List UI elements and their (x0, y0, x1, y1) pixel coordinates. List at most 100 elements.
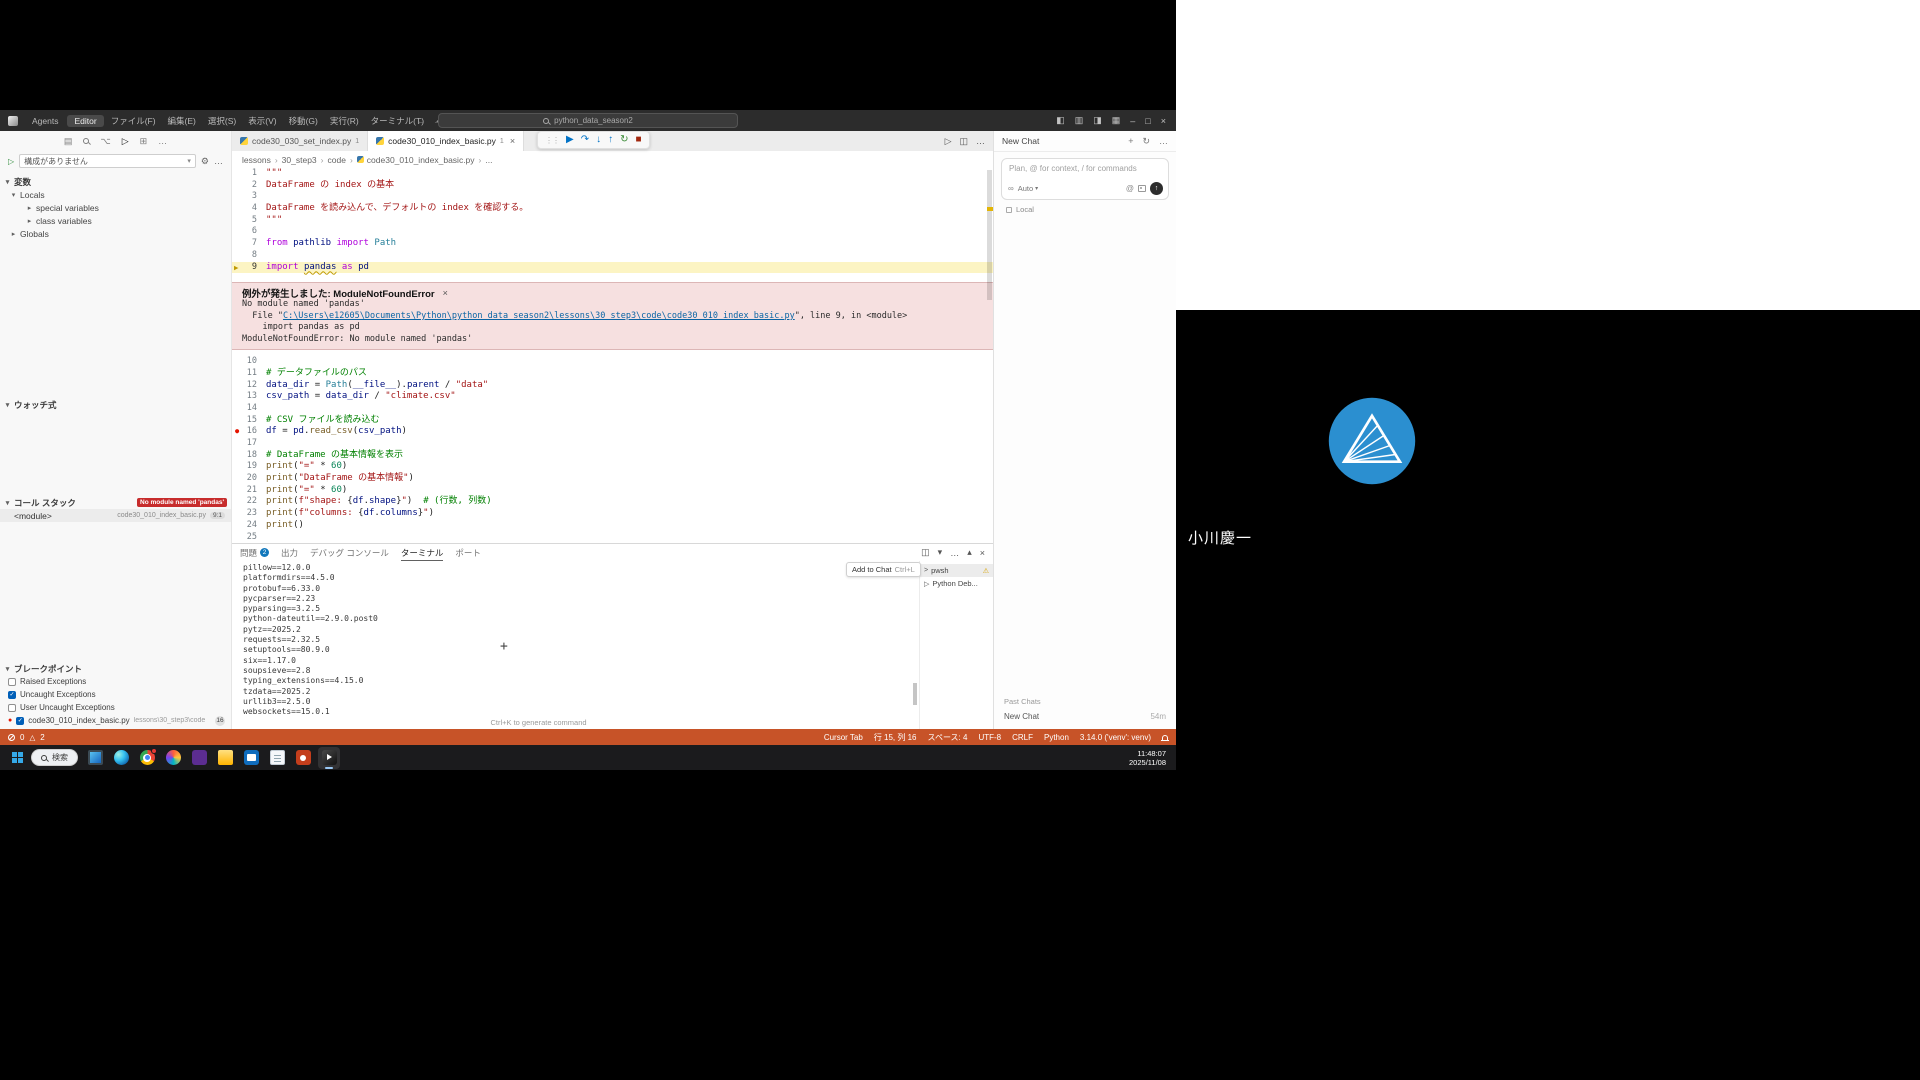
breadcrumb-item[interactable]: code30_010_index_basic.py (357, 155, 475, 165)
status-item[interactable]: Cursor Tab (824, 733, 863, 742)
restart-icon[interactable]: ↻ (620, 135, 628, 145)
breakpoint-row[interactable]: User Uncaught Exceptions (0, 701, 231, 714)
notifications-bell-icon[interactable] (1162, 735, 1168, 740)
globals-row[interactable]: ▸ Globals (0, 227, 231, 240)
step-out-icon[interactable]: ↑ (608, 135, 613, 145)
continue-icon[interactable]: ▶ (566, 135, 574, 145)
maximize-button[interactable]: □ (1145, 116, 1150, 126)
breakpoint-checkbox[interactable] (8, 704, 16, 712)
status-item[interactable]: 3.14.0 ('venv': venv) (1080, 733, 1151, 742)
image-attach-icon[interactable] (1138, 185, 1146, 192)
model-selector[interactable]: Auto ▾ (1018, 184, 1038, 193)
step-into-icon[interactable]: ↓ (596, 135, 601, 145)
stop-icon[interactable]: ■ (635, 135, 641, 145)
breakpoint-dot[interactable]: ● (235, 426, 239, 438)
gear-icon[interactable]: ⚙ (201, 156, 209, 167)
back-icon[interactable]: ← (416, 116, 425, 126)
source-control-icon[interactable]: ⌥ (100, 136, 110, 147)
minimize-button[interactable]: – (1130, 116, 1135, 126)
send-button[interactable]: ↑ (1150, 182, 1163, 195)
command-center-search[interactable]: python_data_season2 (438, 113, 738, 128)
start-button[interactable] (10, 750, 25, 765)
breakpoint-row[interactable]: ✓Uncaught Exceptions (0, 688, 231, 701)
close-button[interactable]: × (1161, 116, 1166, 126)
menu-編集(E)[interactable]: 編集(E) (163, 114, 201, 128)
editor-tab[interactable]: code30_030_set_index.py1 (232, 131, 368, 151)
variable-group-row[interactable]: ▸class variables (0, 214, 231, 227)
visual-studio-icon[interactable] (188, 747, 210, 769)
past-chats-label[interactable]: Past Chats (1004, 697, 1166, 706)
breakpoint-checkbox[interactable]: ✓ (8, 691, 16, 699)
watch-header[interactable]: ▾ ウォッチ式 (0, 398, 231, 411)
context-row[interactable]: Local (994, 203, 1176, 216)
copilot-icon[interactable] (162, 747, 184, 769)
explorer-icon[interactable]: ▤ (64, 136, 73, 147)
menu-移動(G)[interactable]: 移動(G) (284, 114, 323, 128)
explorer-icon[interactable] (214, 747, 236, 769)
more-views-icon[interactable]: … (158, 136, 167, 147)
step-over-icon[interactable]: ↷ (581, 135, 589, 145)
panel-tab-ポート[interactable]: ポート (455, 544, 481, 561)
menu-Editor[interactable]: Editor (67, 115, 103, 127)
mention-icon[interactable]: @ (1126, 184, 1134, 193)
task-view-icon[interactable] (84, 747, 106, 769)
close-tab-icon[interactable]: × (510, 136, 515, 146)
variables-header[interactable]: ▾ 変数 (0, 175, 231, 188)
menu-実行(R)[interactable]: 実行(R) (325, 114, 364, 128)
menu-選択(S)[interactable]: 選択(S) (203, 114, 241, 128)
taskbar-search[interactable]: 検索 (31, 749, 78, 766)
file-breakpoint-row[interactable]: ● ✓ code30_010_index_basic.py lessons\30… (0, 714, 231, 727)
drag-grip-icon[interactable]: ⋮⋮ (545, 136, 559, 145)
panel-tab-デバッグ コンソール[interactable]: デバッグ コンソール (310, 544, 389, 561)
breakpoint-checkbox[interactable] (8, 678, 16, 686)
breakpoint-row[interactable]: Raised Exceptions (0, 675, 231, 688)
variable-group-row[interactable]: ▸special variables (0, 201, 231, 214)
terminal-list-item[interactable]: ▷Python Deb... (920, 577, 993, 590)
extensions-icon[interactable]: ⊞ (140, 136, 148, 147)
status-item[interactable]: Python (1044, 733, 1069, 742)
breadcrumb-item[interactable]: lessons (242, 155, 271, 165)
file-link[interactable]: C:\Users\e12605\Documents\Python\python_… (283, 311, 795, 321)
status-item[interactable]: 行 15, 列 16 (874, 732, 917, 743)
breakpoint-checkbox[interactable]: ✓ (16, 717, 24, 725)
run-file-icon[interactable]: ▷ (945, 136, 952, 147)
more-icon[interactable]: … (950, 548, 959, 558)
menu-ファイル(F)[interactable]: ファイル(F) (106, 114, 161, 128)
close-panel-icon[interactable]: × (980, 548, 985, 558)
panel-tab-出力[interactable]: 出力 (281, 544, 298, 561)
terminal-scrollbar-thumb[interactable] (913, 683, 917, 705)
new-chat-icon[interactable]: + (1128, 136, 1133, 147)
terminal-list-item[interactable]: >pwsh⚠ (920, 564, 993, 577)
toggle-sidebar-icon[interactable]: ◧ (1056, 115, 1065, 126)
toggle-auxbar-icon[interactable]: ◨ (1093, 115, 1102, 126)
stack-frame-row[interactable]: <module> code30_010_index_basic.py 9:1 (0, 509, 231, 522)
run-debug-icon[interactable]: ▷ (122, 136, 129, 147)
locals-row[interactable]: ▾ Locals (0, 188, 231, 201)
callstack-header[interactable]: ▾ コール スタック No module named 'pandas' (0, 496, 231, 509)
menu-Agents[interactable]: Agents (25, 115, 65, 127)
add-to-chat-button[interactable]: Add to Chat Ctrl+L (846, 562, 921, 577)
mail-icon[interactable] (240, 747, 262, 769)
status-item[interactable]: スペース: 4 (928, 732, 968, 743)
breadcrumb-item[interactable]: 30_step3 (282, 155, 317, 165)
editor-tab[interactable]: code30_010_index_basic.py1× (368, 131, 524, 151)
panel-tab-ターミナル[interactable]: ターミナル (401, 544, 444, 561)
panel-tab-問題[interactable]: 問題2 (240, 544, 269, 561)
search-view-icon[interactable] (83, 138, 89, 144)
cursor-icon[interactable] (318, 747, 340, 769)
menu-表示(V)[interactable]: 表示(V) (243, 114, 281, 128)
code-editor[interactable]: 1"""2DataFrame の index の基本34DataFrame を読… (232, 168, 993, 543)
editor-scrollbar[interactable] (986, 168, 993, 543)
chat-list-item[interactable]: New Chat 54m (1004, 712, 1166, 721)
problems-status[interactable]: 0 △ 2 (8, 733, 45, 742)
breakpoints-header[interactable]: ▾ ブレークポイント (0, 662, 231, 675)
chrome-icon[interactable] (136, 747, 158, 769)
chat-history-icon[interactable]: ↻ (1142, 136, 1150, 147)
toggle-panel-icon[interactable]: ▥ (1075, 115, 1084, 126)
terminal-dropdown-icon[interactable]: ▾ (938, 547, 943, 558)
chat-input[interactable]: Plan, @ for context, / for commands ∞ Au… (1001, 158, 1169, 200)
split-editor-icon[interactable]: ◫ (959, 136, 968, 147)
edge-icon[interactable] (110, 747, 132, 769)
customize-layout-icon[interactable]: ▦ (1112, 115, 1121, 126)
terminal[interactable]: pillow==12.0.0platformdirs==4.5.0protobu… (232, 561, 919, 729)
